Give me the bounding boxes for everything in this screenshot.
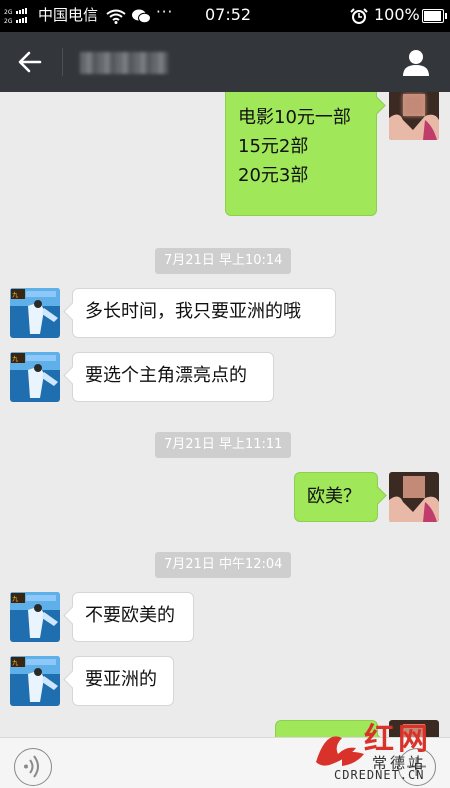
contact-name (80, 52, 168, 74)
svg-text:九: 九 (12, 355, 18, 363)
svg-text:九: 九 (12, 659, 18, 667)
message-incoming[interactable]: 不要欧美的 (72, 592, 194, 642)
message-timestamp: 7月21日 中午12:04 (155, 552, 292, 578)
contact-avatar[interactable]: 九 (10, 352, 60, 402)
my-avatar[interactable] (389, 92, 439, 140)
chat-info-button[interactable] (398, 46, 434, 80)
chat-title-bar (0, 32, 450, 92)
person-icon (403, 50, 429, 76)
message-incoming[interactable]: 多长时间，我只要亚洲的哦 (72, 288, 336, 338)
status-bar: 2G 2G 中国电信 ··· 07:52 100% (0, 0, 450, 32)
arrow-left-icon (18, 51, 42, 73)
watermark-domain: CDREDNET.CN (334, 768, 425, 782)
contact-avatar[interactable]: 九 (10, 656, 60, 706)
my-avatar[interactable] (389, 472, 439, 522)
svg-text:九: 九 (12, 291, 18, 299)
message-timestamp: 7月21日 早上11:11 (155, 432, 292, 458)
battery-icon (422, 9, 447, 23)
svg-text:九: 九 (12, 595, 18, 603)
carrier-name: 中国电信 (38, 6, 99, 24)
voice-input-button[interactable] (14, 748, 52, 786)
message-outgoing[interactable]: 电影10元一部 15元2部 20元3部 (225, 92, 377, 216)
rednet-watermark: 红网 常德站 CDREDNET.CN (312, 722, 446, 787)
svg-text:2G: 2G (4, 18, 13, 25)
rednet-logo-icon (316, 736, 364, 766)
message-timestamp: 7月21日 早上10:14 (155, 248, 292, 274)
wifi-icon (106, 9, 126, 28)
svg-text:2G: 2G (4, 9, 13, 16)
alarm-icon (350, 8, 368, 28)
chat-message-list[interactable]: 电影10元一部 15元2部 20元3部 7月21日 早上10:14 九 多长时间… (0, 92, 450, 737)
signal-icon: 2G 2G (4, 7, 30, 25)
contact-avatar[interactable]: 九 (10, 288, 60, 338)
wechat-notification-icon (131, 9, 151, 28)
message-incoming[interactable]: 要亚洲的 (72, 656, 174, 706)
title-divider (62, 48, 63, 76)
voice-icon (24, 755, 39, 778)
back-button[interactable] (10, 44, 50, 80)
more-notifications-icon: ··· (156, 3, 174, 21)
clock: 07:52 (205, 5, 252, 24)
battery-percent: 100% (374, 5, 420, 24)
contact-avatar[interactable]: 九 (10, 592, 60, 642)
message-outgoing[interactable]: 欧美？ (294, 472, 378, 522)
message-incoming[interactable]: 要选个主角漂亮点的 (72, 352, 274, 402)
